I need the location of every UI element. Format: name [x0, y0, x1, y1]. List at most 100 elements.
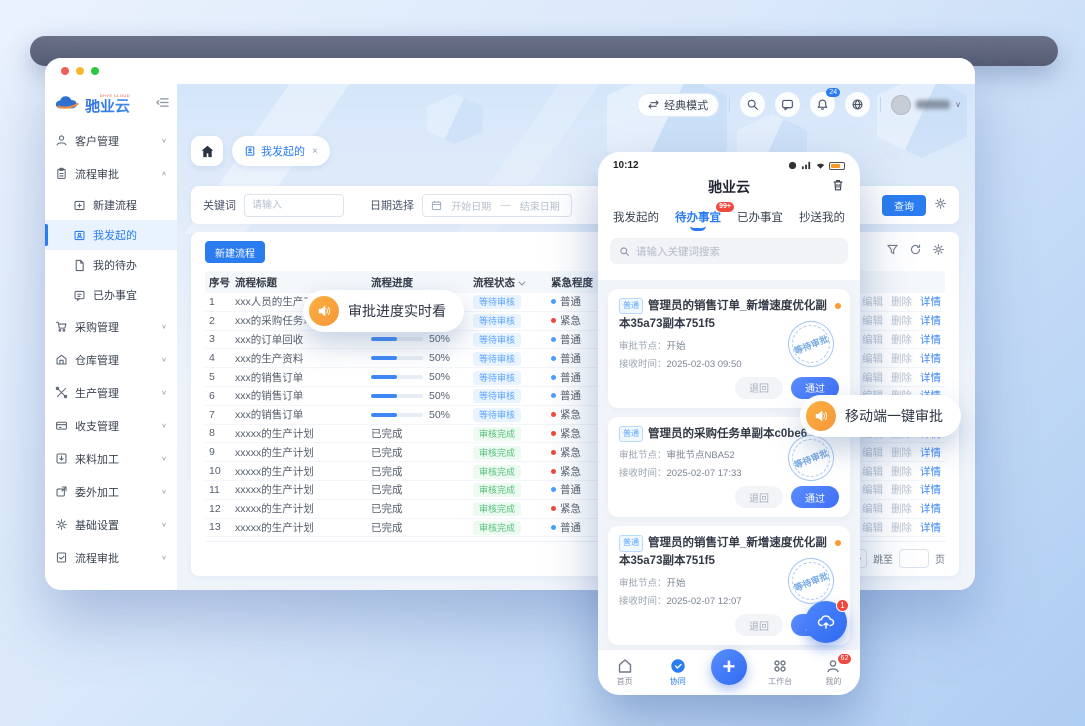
edit-link[interactable]: 编辑: [862, 332, 883, 347]
detail-link[interactable]: 详情: [920, 370, 941, 385]
sidebar-item-approval[interactable]: 流程审批∧: [45, 157, 177, 190]
tab-my-initiated[interactable]: 我发起的 ×: [232, 136, 330, 166]
speaker-icon: [806, 401, 836, 431]
reject-button[interactable]: 退回: [735, 486, 783, 508]
delete-link[interactable]: 删除: [891, 332, 912, 347]
search-button[interactable]: [740, 92, 765, 117]
edit-link[interactable]: 编辑: [862, 445, 883, 460]
sidebar-item-outsource[interactable]: 委外加工∨: [45, 475, 177, 508]
collapse-sidebar-icon[interactable]: [156, 95, 169, 113]
mobile-tab-done[interactable]: 已办事宜: [737, 209, 783, 230]
mobile-bottom-nav: 首页 协同 + 工作台 我的62: [598, 649, 860, 695]
edit-link[interactable]: 编辑: [862, 351, 883, 366]
urgency-dot: [551, 431, 556, 436]
new-process-button[interactable]: 新建流程: [205, 241, 265, 263]
detail-link[interactable]: 详情: [920, 482, 941, 497]
traffic-lights[interactable]: [61, 67, 99, 75]
detail-link[interactable]: 详情: [920, 332, 941, 347]
delete-link[interactable]: 删除: [891, 445, 912, 460]
edit-link[interactable]: 编辑: [862, 501, 883, 516]
edit-link[interactable]: 编辑: [862, 482, 883, 497]
home-tab-button[interactable]: [191, 136, 223, 166]
edit-link[interactable]: 编辑: [862, 370, 883, 385]
page-jump-input[interactable]: [899, 549, 929, 568]
sidebar-item-warehouse[interactable]: 仓库管理∨: [45, 343, 177, 376]
reject-button[interactable]: 退回: [735, 614, 783, 636]
sidebar-item-approval2[interactable]: 流程审批∨: [45, 541, 177, 574]
approval-node: 开始: [667, 578, 686, 589]
edit-link[interactable]: 编辑: [862, 464, 883, 479]
query-button[interactable]: 查询: [882, 195, 926, 216]
approval-card[interactable]: 普通管理员的销售订单_新增速度优化副本35a73副本751f5 等待审批 审批节…: [608, 289, 850, 408]
sidebar-item-customer[interactable]: 客户管理∨: [45, 124, 177, 157]
receive-time: 2025-02-07 17:33: [667, 468, 742, 479]
detail-link[interactable]: 详情: [920, 351, 941, 366]
sidebar-item-done[interactable]: 已办事宜: [45, 280, 177, 310]
sidebar-item-production[interactable]: 生产管理∨: [45, 376, 177, 409]
detail-link[interactable]: 详情: [920, 313, 941, 328]
receive-time: 2025-02-07 12:07: [667, 596, 742, 607]
chevron-up-icon: ∧: [161, 170, 167, 177]
delete-link[interactable]: 删除: [891, 482, 912, 497]
classic-mode-button[interactable]: 经典模式: [637, 93, 719, 117]
sidebar-item-my-initiated[interactable]: 我发起的: [45, 220, 177, 250]
sidebar-item-purchasing[interactable]: 采购管理∨: [45, 310, 177, 343]
trash-icon[interactable]: [831, 178, 845, 197]
sidebar-item-finance[interactable]: 收支管理∨: [45, 409, 177, 442]
detail-link[interactable]: 详情: [920, 501, 941, 516]
language-button[interactable]: [845, 92, 870, 117]
sidebar-item-new-process[interactable]: 新建流程: [45, 190, 177, 220]
nav-home[interactable]: 首页: [605, 658, 645, 687]
delete-link[interactable]: 删除: [891, 520, 912, 535]
status-header[interactable]: 流程状态: [473, 275, 551, 290]
delete-link[interactable]: 删除: [891, 501, 912, 516]
nav-profile[interactable]: 我的62: [813, 658, 853, 687]
close-tab-icon[interactable]: ×: [312, 146, 318, 157]
edit-link[interactable]: 编辑: [862, 520, 883, 535]
detail-link[interactable]: 详情: [920, 294, 941, 309]
delete-link[interactable]: 删除: [891, 313, 912, 328]
reject-button[interactable]: 退回: [735, 377, 783, 399]
mobile-search-bar[interactable]: 请输入关键词搜索: [610, 238, 848, 264]
detail-link[interactable]: 详情: [920, 520, 941, 535]
mobile-search-placeholder: 请输入关键词搜索: [636, 244, 720, 259]
detail-link[interactable]: 详情: [920, 445, 941, 460]
sidebar-item-my-todo[interactable]: 我的待办: [45, 250, 177, 280]
message-button[interactable]: [775, 92, 800, 117]
edit-link[interactable]: 编辑: [862, 313, 883, 328]
nav-workbench[interactable]: 工作台: [760, 658, 800, 687]
mobile-status-bar: 10:12: [598, 152, 860, 173]
user-icon: [55, 134, 68, 147]
batch-approve-fab[interactable]: 1: [805, 601, 847, 643]
mobile-tab-todo[interactable]: 待办事宜99+: [675, 209, 721, 230]
delete-link[interactable]: 删除: [891, 370, 912, 385]
priority-badge: 普通: [619, 426, 643, 442]
delete-link[interactable]: 删除: [891, 351, 912, 366]
battery-icon: [829, 162, 845, 170]
delete-link[interactable]: 删除: [891, 464, 912, 479]
user-menu[interactable]: ∨: [891, 95, 961, 115]
mobile-tab-cc[interactable]: 抄送我的: [799, 209, 845, 230]
cloud-upload-icon: [816, 612, 836, 632]
topbar: 经典模式 24 ∨: [637, 92, 961, 117]
chat-doc-icon: [73, 289, 86, 302]
avatar: [891, 95, 911, 115]
detail-link[interactable]: 详情: [920, 464, 941, 479]
delete-link[interactable]: 删除: [891, 294, 912, 309]
date-range-picker[interactable]: 开始日期 — 结束日期: [422, 194, 572, 217]
priority-badge: 普通: [619, 298, 643, 314]
sidebar-item-incoming[interactable]: 来料加工∨: [45, 442, 177, 475]
speaker-icon: [309, 296, 339, 326]
settings-icon[interactable]: [932, 243, 945, 261]
keyword-input[interactable]: [244, 194, 344, 217]
edit-link[interactable]: 编辑: [862, 294, 883, 309]
mobile-tab-initiated[interactable]: 我发起的: [613, 209, 659, 230]
filter-icon[interactable]: [886, 243, 899, 261]
nav-collab[interactable]: 协同: [658, 658, 698, 687]
refresh-icon[interactable]: [909, 243, 922, 261]
nav-add-button[interactable]: +: [711, 649, 747, 685]
sidebar-item-settings[interactable]: 基础设置∨: [45, 508, 177, 541]
notification-button[interactable]: 24: [810, 92, 835, 117]
filter-settings-icon[interactable]: [934, 197, 947, 213]
approve-button[interactable]: 通过: [791, 486, 839, 508]
